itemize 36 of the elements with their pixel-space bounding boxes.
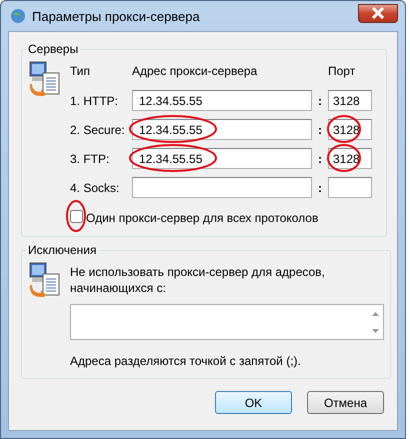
- scroll-up-icon[interactable]: [372, 312, 378, 316]
- field-label: 2. Secure:: [70, 122, 126, 136]
- port-field[interactable]: [328, 177, 372, 198]
- colon-separator: :: [317, 122, 323, 136]
- network-computer-icon: [28, 60, 62, 96]
- group-title: Исключения: [27, 243, 98, 257]
- description-text: Не использовать прокси-сервер для адресов, начинающихся с:: [70, 265, 326, 296]
- field-label: 1. HTTP:: [70, 94, 120, 108]
- ok-button[interactable]: OK: [215, 391, 292, 414]
- scroll-down-icon[interactable]: [372, 328, 378, 333]
- address-field[interactable]: 12.34.55.55: [132, 90, 312, 111]
- port-field[interactable]: 3128: [328, 90, 372, 111]
- column-header: Адрес прокси-сервера: [132, 64, 258, 80]
- close-button[interactable]: [358, 4, 398, 22]
- port-field[interactable]: 3128: [328, 119, 372, 140]
- colon-separator: :: [317, 180, 323, 194]
- checkbox[interactable]: [70, 210, 83, 223]
- field-label: 3. FTP:: [70, 152, 110, 166]
- close-icon: [371, 7, 385, 19]
- colon-separator: :: [317, 94, 323, 108]
- column-header: Порт: [328, 64, 356, 80]
- hint-text: Адреса разделяются точкой с запятой (;).: [70, 354, 302, 368]
- cancel-button[interactable]: Отмена: [307, 391, 384, 414]
- colon-separator: :: [317, 152, 323, 166]
- field-label: 4. Socks:: [70, 180, 120, 194]
- exceptions-field[interactable]: [70, 304, 384, 340]
- network-computer-icon: [28, 261, 62, 297]
- port-field[interactable]: 3128: [328, 148, 372, 169]
- checkbox-label: Один прокси-сервер для всех протоколов: [86, 211, 318, 225]
- group-title: Серверы: [27, 42, 80, 56]
- column-header: Тип: [70, 64, 92, 80]
- address-field[interactable]: [132, 177, 312, 198]
- window-title: Параметры прокси-сервера: [32, 8, 201, 24]
- globe-icon: [10, 8, 26, 24]
- address-field[interactable]: 12.34.55.55: [132, 119, 312, 140]
- address-field[interactable]: 12.34.55.55: [132, 148, 312, 169]
